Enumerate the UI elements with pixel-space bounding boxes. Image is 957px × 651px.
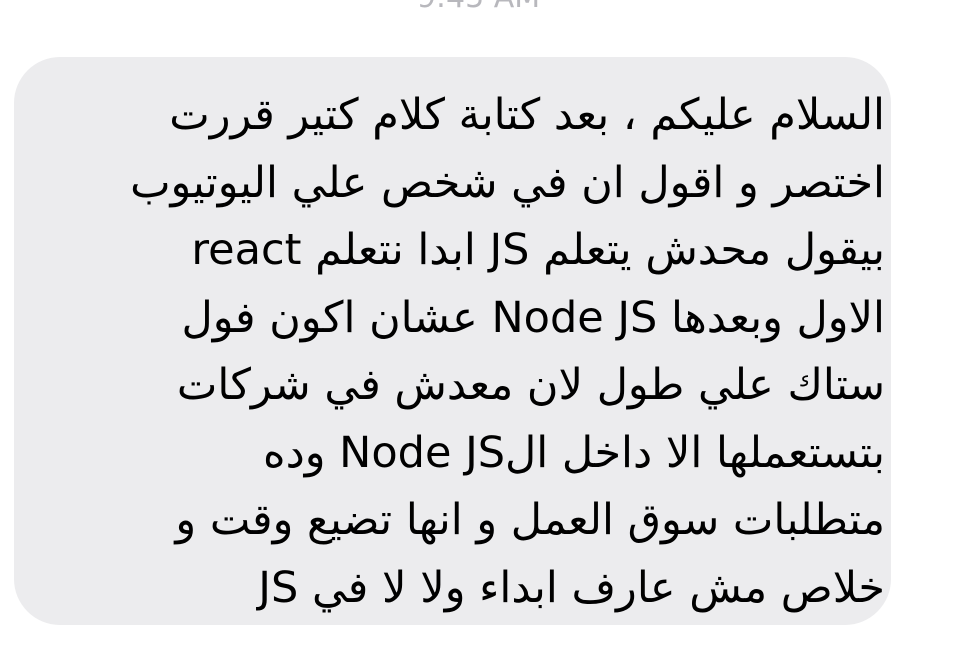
message-text: السلام عليكم ، بعد كتابة كلام كتير قررت … <box>85 82 885 622</box>
message-line-8: خلاص مش عارف ابداء ولا لا في JS <box>258 562 885 613</box>
message-line-3: بيقول محدش يتعلم JS ابدا نتعلم react <box>191 225 885 275</box>
message-line-5: ستاك علي طول لان معدش في شركات <box>176 360 885 410</box>
message-line-6: بتستعملها الا داخل الNode JS وده <box>263 427 885 478</box>
message-timestamp: 9:45 AM <box>0 0 957 18</box>
message-line-4: الاول وبعدها Node JS عشان اكون فول <box>181 292 885 343</box>
message-line-7: متطلبات سوق العمل و انها تضيع وقت و <box>175 495 885 545</box>
message-line-2: اختصر و اقول ان في شخص علي اليوتيوب <box>130 157 885 208</box>
message-line-1: السلام عليكم ، بعد كتابة كلام كتير قررت <box>169 90 885 140</box>
